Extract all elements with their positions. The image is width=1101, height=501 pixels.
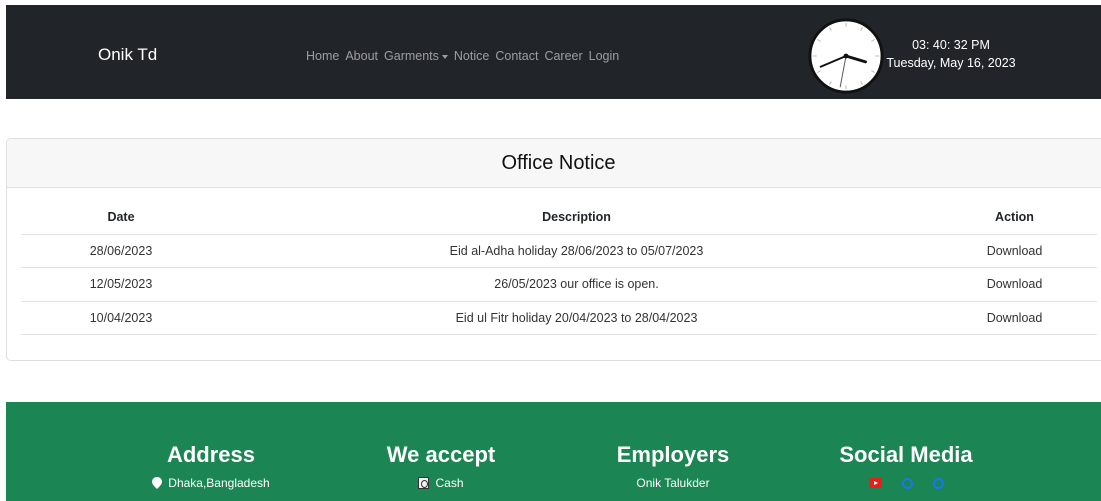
card-header: Office Notice — [7, 139, 1101, 188]
header-action: Action — [932, 200, 1097, 235]
caret-down-icon — [441, 54, 448, 59]
facebook-icon[interactable] — [901, 478, 913, 489]
nav-home[interactable]: Home — [306, 49, 339, 63]
table-row: 12/05/2023 26/05/2023 our office is open… — [21, 267, 1097, 302]
footer-social-title: Social Media — [839, 442, 973, 467]
digital-clock: 03: 40: 32 PM Tuesday, May 16, 2023 — [881, 36, 1021, 72]
footer-employers-title: Employers — [616, 442, 730, 467]
navbar: Onik Td Home About Garments Notice Conta… — [6, 5, 1101, 99]
download-link[interactable]: Download — [987, 244, 1043, 258]
office-notice-card: Office Notice Date Description Action 28… — [6, 138, 1101, 361]
download-link[interactable]: Download — [987, 277, 1043, 291]
cash-icon — [418, 477, 430, 489]
map-pin-icon — [152, 477, 163, 489]
nav-login[interactable]: Login — [589, 49, 620, 63]
footer-employers: Employers Onik Talukder — [598, 442, 748, 490]
footer-accept-line: Cash — [435, 476, 464, 490]
footer-address-line: Dhaka,Bangladesh — [168, 476, 270, 490]
table-row: 10/04/2023 Eid ul Fitr holiday 20/04/202… — [21, 301, 1097, 335]
nav-contact[interactable]: Contact — [495, 49, 538, 63]
notice-date: 12/05/2023 — [21, 267, 221, 302]
notice-description: 26/05/2023 our office is open. — [221, 267, 932, 302]
download-link[interactable]: Download — [987, 311, 1043, 325]
youtube-icon[interactable] — [868, 478, 882, 488]
notice-date: 28/06/2023 — [21, 234, 221, 268]
page-title: Office Notice — [501, 151, 616, 174]
notice-date: 10/04/2023 — [21, 301, 221, 335]
table-header-row: Date Description Action — [21, 200, 1097, 235]
clock-date: Tuesday, May 16, 2023 — [886, 56, 1016, 70]
footer: Address Dhaka,Bangladesh We accept Cash … — [6, 402, 1101, 501]
table-row: 28/06/2023 Eid al-Adha holiday 28/06/202… — [21, 234, 1097, 268]
footer-address-title: Address — [166, 442, 256, 467]
footer-social: Social Media — [826, 442, 986, 489]
notice-description: Eid ul Fitr holiday 20/04/2023 to 28/04/… — [221, 301, 932, 335]
footer-we-accept: We accept Cash — [366, 442, 516, 490]
footer-employers-line: Onik Talukder — [636, 476, 710, 490]
clock-time: 03: 40: 32 PM — [912, 38, 990, 52]
brand-logo[interactable]: Onik Td — [98, 45, 157, 65]
linkedin-icon[interactable] — [932, 478, 944, 489]
notice-table: Date Description Action 28/06/2023 Eid a… — [21, 200, 1097, 335]
footer-address: Address Dhaka,Bangladesh — [136, 442, 286, 490]
nav-garments-label: Garments — [384, 49, 439, 63]
nav-garments-dropdown[interactable]: Garments — [384, 49, 448, 63]
analog-clock-icon — [808, 18, 884, 94]
nav-career[interactable]: Career — [544, 49, 582, 63]
notice-description: Eid al-Adha holiday 28/06/2023 to 05/07/… — [221, 234, 932, 268]
nav-notice[interactable]: Notice — [454, 49, 489, 63]
header-date: Date — [21, 200, 221, 235]
footer-accept-title: We accept — [386, 442, 496, 467]
nav-links: Home About Garments Notice Contact Caree… — [306, 49, 619, 63]
nav-about[interactable]: About — [345, 49, 378, 63]
header-description: Description — [221, 200, 932, 235]
